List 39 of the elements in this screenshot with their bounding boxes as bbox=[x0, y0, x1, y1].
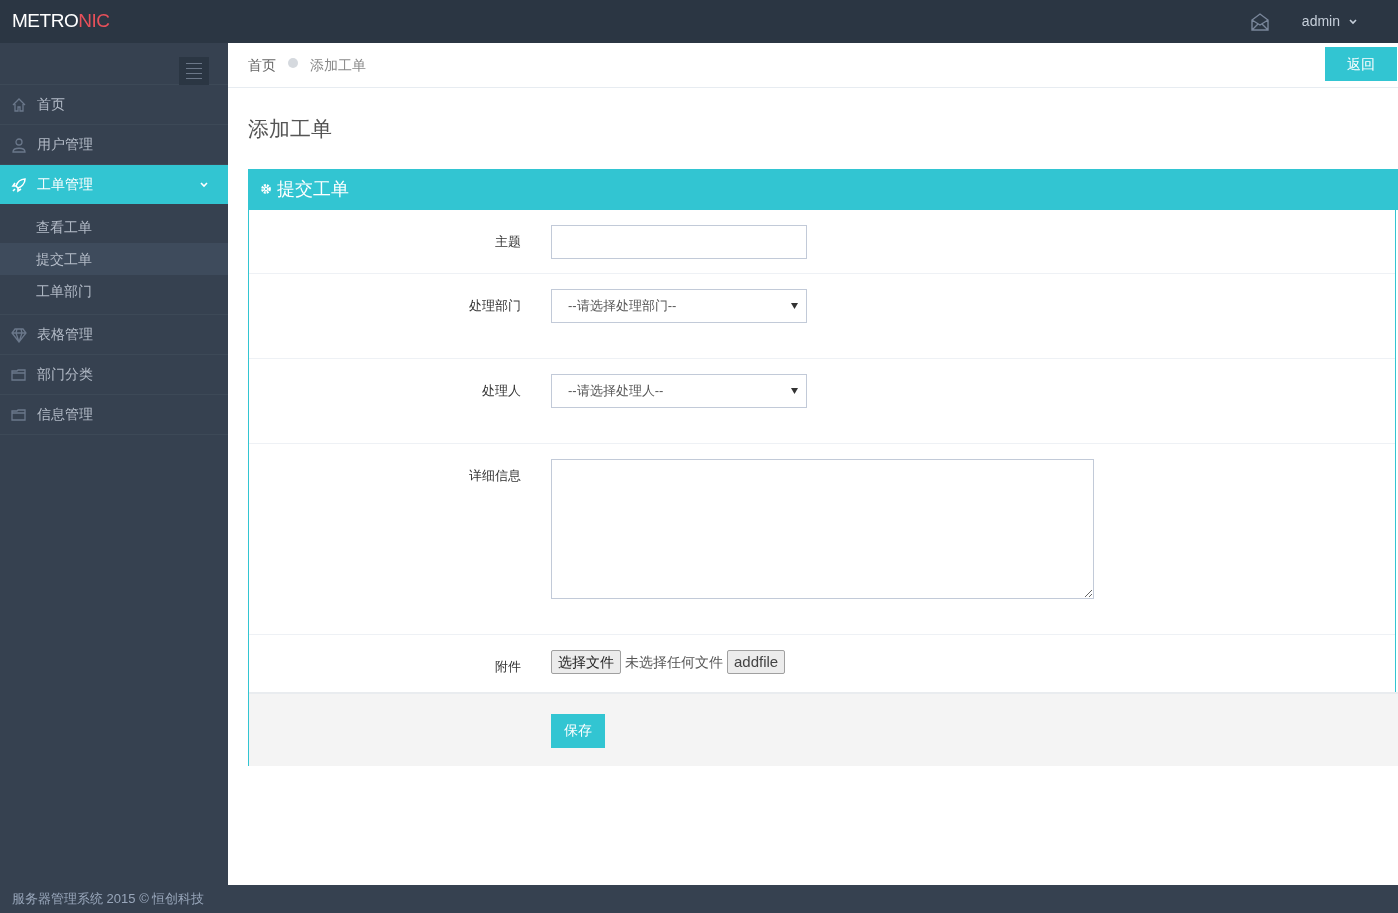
dropdown-field[interactable]: --请选择处理部门-- bbox=[551, 288, 807, 323]
submenu-item[interactable]: 提交工单 bbox=[0, 243, 228, 275]
menu-toggle-icon[interactable] bbox=[179, 56, 209, 85]
file-status-text: 未选择任何文件 bbox=[625, 652, 723, 672]
sidebar-item[interactable]: 表格管理 bbox=[0, 315, 228, 354]
page-title: 添加工单 bbox=[247, 116, 333, 142]
breadcrumb-link[interactable]: 添加工单 bbox=[310, 54, 366, 76]
panel-title: 提交工单 bbox=[277, 177, 349, 201]
dropdown-field[interactable]: --请选择处理人-- bbox=[551, 373, 807, 408]
folder-icon bbox=[11, 366, 27, 383]
breadcrumb-link[interactable]: 首页 bbox=[248, 54, 276, 76]
choose-file-button[interactable]: 选择文件 bbox=[551, 649, 621, 674]
user-icon bbox=[11, 136, 27, 153]
folder-icon bbox=[11, 406, 27, 423]
subject-input-field[interactable] bbox=[551, 224, 807, 259]
field-label: 附件 bbox=[495, 658, 521, 674]
add-file-button[interactable]: addfile bbox=[727, 649, 786, 674]
chevron-down-icon bbox=[1348, 16, 1358, 27]
submenu-item[interactable]: 查看工单 bbox=[0, 211, 228, 243]
field-label: 详细信息 bbox=[469, 467, 521, 483]
field-label: 处理部门 bbox=[469, 297, 521, 313]
diamond-icon bbox=[11, 326, 27, 343]
home-icon bbox=[11, 96, 27, 113]
sidebar-item[interactable]: 首页 bbox=[0, 85, 228, 124]
sidebar-item[interactable]: 部门分类 bbox=[0, 355, 228, 394]
envelope-icon[interactable] bbox=[1249, 12, 1270, 31]
sidebar-item[interactable]: 信息管理 bbox=[0, 395, 228, 434]
field-label: 处理人 bbox=[482, 382, 521, 398]
submenu-item[interactable]: 工单部门 bbox=[0, 275, 228, 307]
rocket-icon bbox=[11, 176, 27, 193]
gear-icon bbox=[259, 182, 273, 196]
user-menu[interactable]: admin bbox=[1301, 11, 1358, 32]
footer-text: 服务器管理系统 2015 © 恒创科技 bbox=[12, 890, 205, 909]
dropdown-arrow-icon bbox=[791, 387, 798, 394]
chevron-down-icon bbox=[199, 179, 209, 190]
sidebar-item[interactable]: 用户管理 bbox=[0, 125, 228, 164]
logo[interactable]: METRONIC bbox=[12, 7, 110, 36]
dropdown-arrow-icon bbox=[791, 302, 798, 309]
field-label: 主题 bbox=[495, 233, 521, 249]
